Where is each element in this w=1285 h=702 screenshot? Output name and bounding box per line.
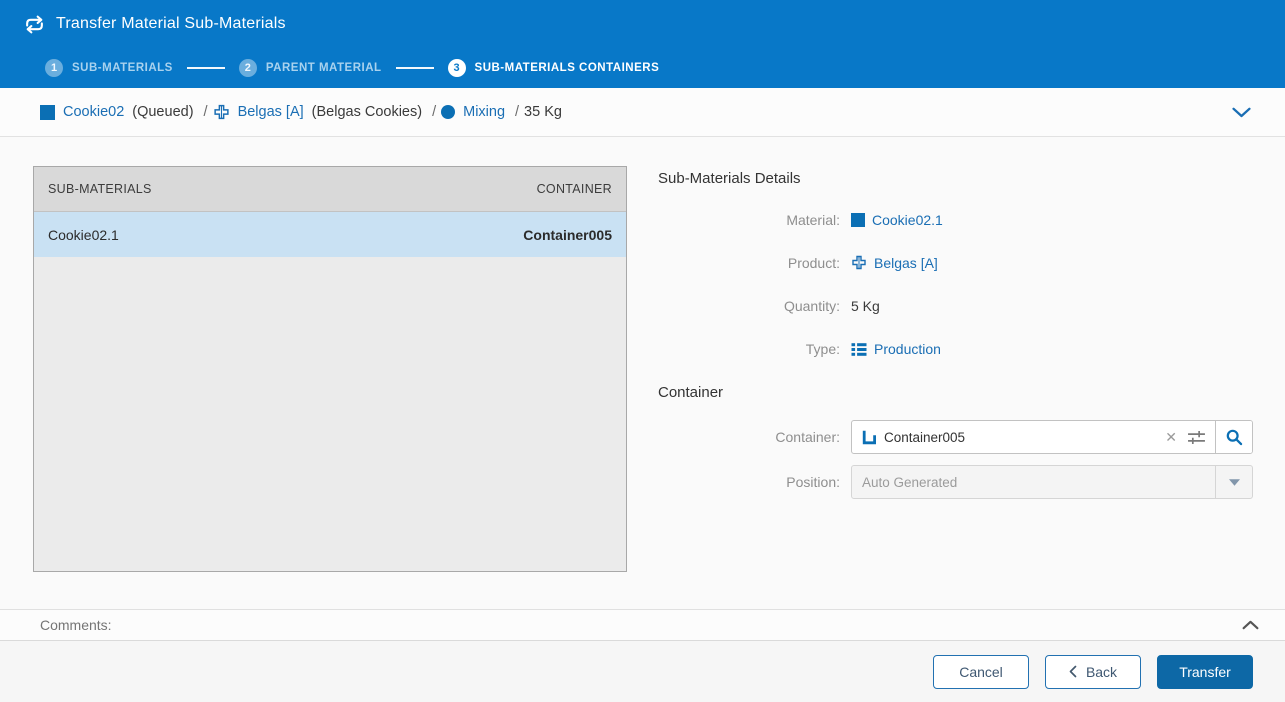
- cell-container: Container005: [523, 226, 612, 243]
- clear-x-icon[interactable]: ✕: [1157, 430, 1185, 444]
- step-sub-materials-containers[interactable]: 3 SUB-MATERIALS CONTAINERS: [447, 59, 660, 77]
- step-2-label: PARENT MATERIAL: [265, 62, 382, 74]
- position-select: Auto Generated: [851, 465, 1253, 499]
- column-header-container: CONTAINER: [536, 182, 612, 196]
- transfer-arrows-icon: [24, 15, 45, 34]
- transfer-button-label: Transfer: [1179, 663, 1231, 680]
- chevron-down-icon[interactable]: [1232, 107, 1251, 118]
- main-content: SUB-MATERIALS CONTAINER Cookie02.1 Conta…: [0, 137, 1285, 609]
- column-header-sub-materials: SUB-MATERIALS: [48, 182, 152, 196]
- product-cross-icon: [213, 104, 230, 121]
- breadcrumb-separator: /: [432, 104, 437, 120]
- sub-materials-table: SUB-MATERIALS CONTAINER Cookie02.1 Conta…: [33, 166, 627, 572]
- wizard-steps: 1 SUB-MATERIALS 2 PARENT MATERIAL 3 SUB-…: [0, 48, 1285, 88]
- breadcrumb: Cookie02 (Queued) / Belgas [A] (Belgas C…: [0, 88, 1285, 137]
- magnifier-icon[interactable]: [1215, 421, 1252, 453]
- form-row-position: Position: Auto Generated: [658, 465, 1253, 499]
- container-lookup-field: ✕: [851, 420, 1253, 454]
- production-list-icon: [851, 342, 867, 357]
- material-label: Material:: [786, 212, 840, 228]
- breadcrumb-product-link[interactable]: Belgas [A]: [238, 104, 304, 120]
- position-label: Position:: [786, 474, 840, 490]
- cancel-button-label: Cancel: [959, 663, 1003, 680]
- footer-actions: Cancel Back Transfer: [0, 641, 1285, 702]
- container-label: Container:: [775, 429, 840, 445]
- position-placeholder: Auto Generated: [862, 474, 958, 490]
- transfer-material-wizard: Transfer Material Sub-Materials 1 SUB-MA…: [0, 0, 1285, 702]
- breadcrumb-separator: /: [203, 104, 208, 120]
- back-button-label: Back: [1085, 663, 1118, 680]
- page-title: Transfer Material Sub-Materials: [56, 15, 286, 32]
- step-3-circle: 3: [447, 59, 466, 77]
- quantity-value: 5 Kg: [851, 298, 880, 314]
- container-input[interactable]: [884, 429, 1158, 445]
- step-connector: [395, 67, 434, 69]
- material-square-icon: [40, 104, 55, 120]
- step-1-label: SUB-MATERIALS: [72, 62, 173, 74]
- step-sub-materials[interactable]: 1 SUB-MATERIALS: [45, 59, 173, 77]
- details-title: Sub-Materials Details: [658, 170, 801, 187]
- cell-sub-material: Cookie02.1: [48, 226, 119, 243]
- detail-row-type: Type: Production: [658, 341, 1253, 357]
- cancel-button[interactable]: Cancel: [933, 654, 1029, 689]
- details-panel: Sub-Materials Details Material: Cookie02…: [658, 137, 1253, 510]
- chevron-up-icon[interactable]: [1242, 620, 1259, 630]
- back-button[interactable]: Back: [1045, 654, 1141, 689]
- breadcrumb-separator: /: [515, 104, 520, 120]
- step-3-label: SUB-MATERIALS CONTAINERS: [474, 62, 660, 74]
- step-2-circle: 2: [238, 59, 257, 77]
- step-1-circle: 1: [45, 59, 63, 77]
- breadcrumb-material-status: (Queued): [132, 104, 194, 120]
- product-cross-icon: [851, 255, 867, 271]
- quantity-label: Quantity:: [783, 298, 840, 314]
- table-row[interactable]: Cookie02.1 Container005: [34, 212, 626, 257]
- breadcrumb-operation-link[interactable]: Mixing: [463, 104, 505, 120]
- comments-bar[interactable]: Comments:: [0, 609, 1285, 641]
- form-row-container: Container: ✕: [658, 420, 1253, 454]
- step-connector: [186, 67, 225, 69]
- product-label: Product:: [787, 255, 840, 271]
- step-parent-material[interactable]: 2 PARENT MATERIAL: [238, 59, 382, 77]
- sliders-icon[interactable]: [1185, 430, 1215, 445]
- container-icon: [852, 429, 884, 445]
- breadcrumb-quantity: 35 Kg: [524, 104, 562, 120]
- type-value: Production: [874, 341, 941, 357]
- material-square-icon: [851, 213, 865, 227]
- transfer-button[interactable]: Transfer: [1157, 654, 1253, 689]
- operation-circle-icon: [441, 105, 456, 119]
- detail-row-quantity: Quantity: 5 Kg: [658, 298, 1253, 314]
- product-value-link[interactable]: Belgas [A]: [874, 255, 938, 271]
- detail-row-product: Product: Belgas [A]: [658, 255, 1253, 271]
- material-value-link[interactable]: Cookie02.1: [872, 212, 943, 228]
- detail-row-material: Material: Cookie02.1: [658, 212, 1253, 228]
- container-section-title: Container: [658, 384, 724, 401]
- type-label: Type:: [805, 341, 840, 357]
- table-header-row: SUB-MATERIALS CONTAINER: [34, 167, 626, 212]
- breadcrumb-material-link[interactable]: Cookie02: [63, 104, 124, 120]
- comments-label: Comments:: [40, 617, 112, 633]
- chevron-left-icon: [1069, 665, 1077, 678]
- dropdown-arrow-icon: [1215, 466, 1252, 498]
- title-bar: Transfer Material Sub-Materials: [0, 0, 1285, 48]
- breadcrumb-product-desc: (Belgas Cookies): [311, 104, 423, 120]
